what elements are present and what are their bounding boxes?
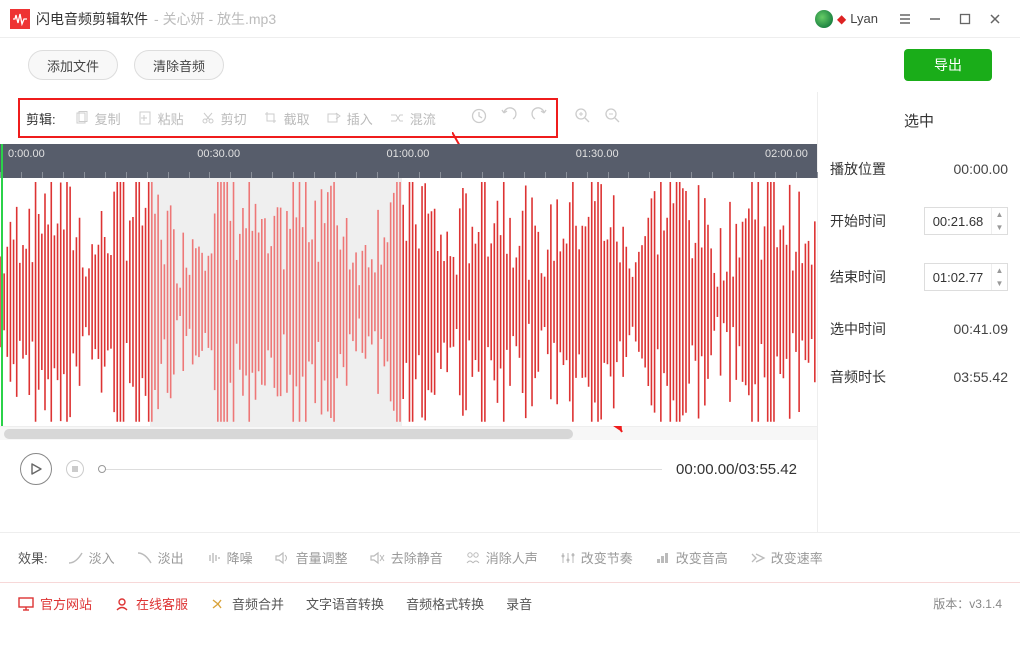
volume-button[interactable]: 音量调整: [269, 545, 354, 570]
tts-link[interactable]: 文字语音转换: [306, 594, 384, 613]
undo-icon[interactable]: [500, 107, 518, 130]
mute-icon: [370, 550, 386, 566]
progress-slider[interactable]: [98, 464, 662, 474]
progress-handle[interactable]: [98, 465, 106, 473]
waveform-view[interactable]: [0, 178, 817, 426]
window-menu-button[interactable]: [890, 4, 920, 34]
insert-icon: [326, 110, 342, 126]
end-time-input[interactable]: ▲▼: [924, 263, 1008, 291]
merge-icon: [210, 596, 226, 612]
vocals-icon: [465, 550, 481, 566]
start-time-input[interactable]: ▲▼: [924, 207, 1008, 235]
start-spin-down[interactable]: ▼: [992, 221, 1007, 234]
time-display: 00:00.00/03:55.42: [676, 461, 797, 478]
version-label: 版本：v3.1.4: [933, 595, 1002, 612]
ruler-tick-label: 0:00.00: [8, 148, 45, 160]
fade-in-icon: [68, 550, 84, 566]
clear-audio-button[interactable]: 清除音频: [134, 50, 224, 80]
end-spin-down[interactable]: ▼: [992, 277, 1007, 290]
fade-in-button[interactable]: 淡入: [62, 545, 121, 570]
crop-button[interactable]: 截取: [255, 105, 318, 132]
ruler-tick-label: 01:30.00: [576, 148, 619, 160]
top-action-row: 添加文件 清除音频 导出: [0, 38, 1020, 92]
paste-button[interactable]: 粘贴: [129, 105, 192, 132]
transport-bar: 00:00.00/03:55.42: [0, 440, 817, 498]
record-link[interactable]: 录音: [506, 594, 532, 613]
fade-out-button[interactable]: 淡出: [131, 545, 190, 570]
vip-icon: ◆: [837, 12, 846, 26]
scissors-icon: [200, 110, 216, 126]
crop-icon: [263, 110, 279, 126]
speed-icon: [750, 550, 766, 566]
zoom-in-icon[interactable]: [574, 107, 592, 130]
end-spin-up[interactable]: ▲: [992, 264, 1007, 277]
selection-length-value: 00:41.09: [954, 321, 1009, 337]
selection-panel: 选中 播放位置00:00.00 开始时间 ▲▼ 结束时间 ▲▼ 选中时间00:4…: [818, 92, 1020, 532]
copy-icon: [74, 110, 90, 126]
pitch-icon: [655, 550, 671, 566]
redo-icon[interactable]: [530, 107, 548, 130]
play-position-value: 00:00.00: [954, 161, 1009, 177]
panel-title: 选中: [830, 110, 1008, 131]
playhead-line[interactable]: [1, 178, 3, 426]
playhead-marker[interactable]: [1, 144, 3, 178]
denoise-button[interactable]: 降噪: [200, 545, 259, 570]
selection-length-label: 选中时间: [830, 319, 886, 339]
audio-merge-link[interactable]: 音频合并: [210, 594, 284, 613]
online-service-link[interactable]: 在线客服: [114, 594, 188, 613]
window-maximize-button[interactable]: [950, 4, 980, 34]
ruler-tick-label: 01:00.00: [387, 148, 430, 160]
ruler-tick-label: 02:00.00: [765, 148, 808, 160]
tempo-icon: [560, 550, 576, 566]
play-button[interactable]: [20, 453, 52, 485]
cut-button[interactable]: 剪切: [192, 105, 255, 132]
official-site-link[interactable]: 官方网站: [18, 594, 92, 613]
stop-button[interactable]: [66, 460, 84, 478]
play-position-label: 播放位置: [830, 159, 886, 179]
audio-convert-link[interactable]: 音频格式转换: [406, 594, 484, 613]
paste-icon: [137, 110, 153, 126]
window-close-button[interactable]: [980, 4, 1010, 34]
effects-row: 效果: 淡入 淡出 降噪 音量调整 去除静音 消除人声 改变节奏 改变音高 改变…: [0, 532, 1020, 582]
edit-toolbar: 剪辑: 复制 粘贴 剪切 截取 插入 混流: [0, 92, 817, 144]
fade-out-icon: [137, 550, 153, 566]
footer-bar: 官方网站 在线客服 音频合并 文字语音转换 音频格式转换 录音 版本：v3.1.…: [0, 582, 1020, 624]
history-icon[interactable]: [470, 107, 488, 130]
copy-button[interactable]: 复制: [66, 105, 129, 132]
effects-label: 效果:: [18, 548, 48, 567]
username[interactable]: Lyan: [850, 11, 878, 26]
change-pitch-button[interactable]: 改变音高: [649, 545, 734, 570]
add-file-button[interactable]: 添加文件: [28, 50, 118, 80]
insert-button[interactable]: 插入: [318, 105, 381, 132]
zoom-out-icon[interactable]: [604, 107, 622, 130]
window-minimize-button[interactable]: [920, 4, 950, 34]
remove-vocals-button[interactable]: 消除人声: [459, 545, 544, 570]
export-button[interactable]: 导出: [904, 49, 992, 81]
horizontal-scrollbar[interactable]: [0, 426, 817, 440]
denoise-icon: [206, 550, 222, 566]
app-logo-icon: [10, 9, 30, 29]
start-time-label: 开始时间: [830, 211, 886, 231]
scrollbar-thumb[interactable]: [4, 429, 573, 439]
avatar[interactable]: [815, 10, 833, 28]
monitor-icon: [18, 596, 34, 612]
ruler-tick-label: 00:30.00: [197, 148, 240, 160]
volume-icon: [275, 550, 291, 566]
file-name: - 关心妍 - 放生.mp3: [154, 9, 276, 29]
mix-icon: [389, 110, 405, 126]
total-length-label: 音频时长: [830, 367, 886, 387]
change-speed-button[interactable]: 改变速率: [744, 545, 829, 570]
title-bar: 闪电音频剪辑软件 - 关心妍 - 放生.mp3 ◆ Lyan: [0, 0, 1020, 38]
start-spin-up[interactable]: ▲: [992, 208, 1007, 221]
headset-icon: [114, 596, 130, 612]
mix-button[interactable]: 混流: [381, 105, 444, 132]
edit-label: 剪辑:: [26, 109, 56, 128]
total-length-value: 03:55.42: [954, 369, 1009, 385]
change-tempo-button[interactable]: 改变节奏: [554, 545, 639, 570]
trim-silence-button[interactable]: 去除静音: [364, 545, 449, 570]
end-time-label: 结束时间: [830, 267, 886, 287]
timeline-ruler[interactable]: 0:00.00 00:30.00 01:00.00 01:30.00 02:00.00: [0, 144, 817, 178]
app-title: 闪电音频剪辑软件: [36, 9, 148, 29]
